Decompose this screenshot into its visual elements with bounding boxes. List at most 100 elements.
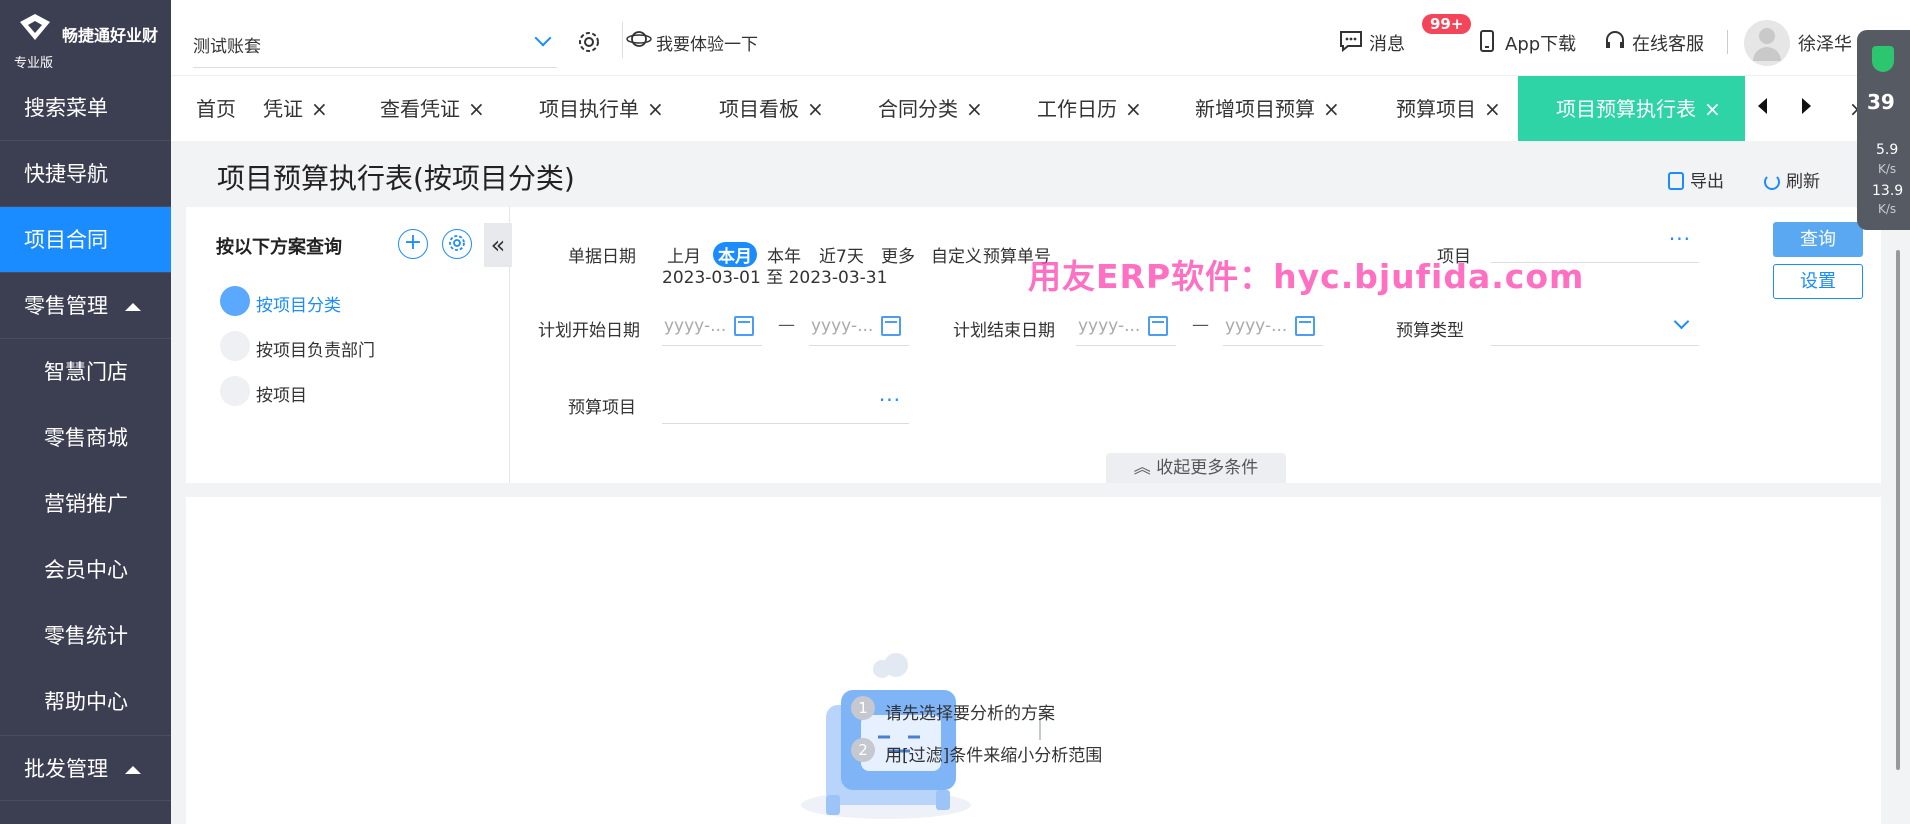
close-icon[interactable]: × [1125,97,1142,121]
tab-project-board[interactable]: 项目看板 × [719,76,824,142]
close-icon[interactable]: × [311,97,328,121]
tab-work-calendar[interactable]: 工作日历 × [1037,76,1142,142]
query-button[interactable]: 查询 [1773,222,1863,257]
close-icon[interactable]: × [966,97,983,121]
tab-contract-category[interactable]: 合同分类 × [878,76,983,142]
avatar[interactable] [1744,20,1790,66]
scheme-item-by-project[interactable]: 按项目 [220,376,307,406]
sidebar-item-retail-mall[interactable]: 零售商城 [0,405,171,471]
more-dots-icon[interactable]: ··· [1669,227,1691,251]
sidebar-item-retail-stats[interactable]: 零售统计 [0,603,171,669]
budget-type-label: 预算类型 [1396,321,1464,341]
upload-speed: 5.9 [1876,142,1899,158]
messages-label: 消息 [1369,34,1405,55]
calendar-icon[interactable] [734,316,754,336]
calendar-icon[interactable] [1148,316,1168,336]
sidebar-item-wholesale[interactable]: 批发管理 [0,735,171,801]
download-unit: K/s [1878,202,1897,216]
tab-view-voucher[interactable]: 查看凭证 × [380,76,485,142]
chart-icon [220,376,250,406]
scrollbar[interactable] [1896,250,1900,770]
close-icon[interactable]: × [1323,97,1340,121]
budget-item-input[interactable]: ··· [662,388,909,424]
close-icon[interactable]: × [1704,97,1721,121]
tab-new-project-budget[interactable]: 新增项目预算 × [1195,76,1340,142]
tab-label: 预算项目 [1396,97,1476,121]
refresh-label: 刷新 [1786,172,1820,192]
sidebar-item-marketing[interactable]: 营销推广 [0,471,171,537]
gear-icon[interactable] [576,29,602,55]
refresh-button[interactable]: 刷新 [1764,167,1820,192]
plan-start-from-input[interactable]: yyyy-... [662,310,762,346]
brand-name: 畅捷通好业财 [62,26,159,45]
collapse-more-button[interactable]: ︽ 收起更多条件 [1106,453,1286,483]
close-icon[interactable]: × [647,97,664,121]
tab-project-execution[interactable]: 项目执行单 × [539,76,664,142]
sidebar-item-smart-store[interactable]: 智慧门店 [0,339,171,405]
messages-button[interactable]: 消息 [1340,30,1405,56]
user-name[interactable]: 徐泽华 [1798,30,1852,56]
plan-start-to-input[interactable]: yyyy-... [809,310,909,346]
settings-button[interactable]: 设置 [1773,264,1863,299]
budget-item-label: 预算项目 [568,398,636,418]
add-scheme-icon[interactable]: + [398,229,428,259]
plan-end-label: 计划结束日期 [953,321,1055,341]
scheme-item-by-department[interactable]: 按项目负责部门 [220,331,375,361]
close-icon[interactable]: × [807,97,824,121]
scheme-item-by-category[interactable]: 按项目分类 [220,286,341,316]
online-service-link[interactable]: 在线客服 [1606,30,1704,56]
empty-tip-2: 2 用[过滤]条件来缩小分析范围 [851,738,1103,766]
app-download-link[interactable]: App下载 [1480,30,1576,56]
collapse-panel-icon[interactable]: « [484,223,512,267]
tab-voucher[interactable]: 凭证 × [263,76,328,142]
tab-label: 项目预算执行表 [1556,97,1696,121]
more-dots-icon[interactable]: ··· [879,388,901,412]
tab-label: 查看凭证 [380,97,460,121]
watermark-text: 用友ERP软件：hyc.bjufida.com [1028,257,1585,296]
page-header: 项目预算执行表(按项目分类) 导出 刷新 [171,141,1881,207]
tip-text: 用[过滤]条件来缩小分析范围 [885,746,1103,766]
tab-bar: 首页 凭证 × 查看凭证 × 项目执行单 × 项目看板 × 合同分类 × 工作日历 × 新增… [171,75,1910,142]
empty-robot-illustration [801,653,971,819]
tab-scroll-right-icon[interactable] [1802,98,1811,114]
range-dash: — [1192,315,1209,335]
planet-icon [626,31,652,47]
page-title: 项目预算执行表(按项目分类) [217,162,575,195]
scheme-settings-icon[interactable] [442,229,472,259]
plan-end-to-input[interactable]: yyyy-... [1223,310,1323,346]
scheme-item-label: 按项目 [256,386,307,406]
headset-icon [1606,31,1624,48]
date-placeholder: yyyy-... [1225,316,1288,336]
account-select[interactable]: 测试账套 [193,20,557,68]
sidebar-item-member-center[interactable]: 会员中心 [0,537,171,603]
calendar-icon[interactable] [1295,316,1315,336]
sidebar-item-help-center[interactable]: 帮助中心 [0,669,171,735]
tab-budget-item[interactable]: 预算项目 × [1396,76,1501,142]
logo: 畅捷通好业财 专业版 [0,0,171,75]
range-dash: — [778,315,795,335]
plan-end-from-input[interactable]: yyyy-... [1076,310,1176,346]
close-icon[interactable]: × [468,97,485,121]
gear-icon [449,235,465,251]
brand-logo-icon [20,14,50,40]
tab-label: 项目执行单 [539,97,639,121]
budget-type-select[interactable] [1491,310,1699,346]
sidebar-item-search-menu[interactable]: 搜索菜单 [0,75,171,141]
online-service-label: 在线客服 [1632,34,1704,55]
sidebar-item-project-contract[interactable]: 项目合同 [0,207,171,273]
plan-start-label: 计划开始日期 [538,321,640,341]
chevron-down-icon [1673,313,1690,330]
try-it-link[interactable]: 我要体验一下 [626,30,758,55]
quick-custom[interactable]: 自定义 [931,242,982,267]
tab-project-budget-execution[interactable]: 项目预算执行表 × [1518,76,1745,142]
tab-home[interactable]: 首页 [196,76,236,142]
calendar-icon[interactable] [881,316,901,336]
export-button[interactable]: 导出 [1668,167,1724,192]
caret-up-icon [125,303,141,311]
date-placeholder: yyyy-... [1078,316,1141,336]
try-it-label: 我要体验一下 [656,35,758,55]
sidebar-item-quick-nav[interactable]: 快捷导航 [0,141,171,207]
tab-scroll-left-icon[interactable] [1758,98,1767,114]
sidebar-item-retail[interactable]: 零售管理 [0,273,171,339]
close-icon[interactable]: × [1484,97,1501,121]
